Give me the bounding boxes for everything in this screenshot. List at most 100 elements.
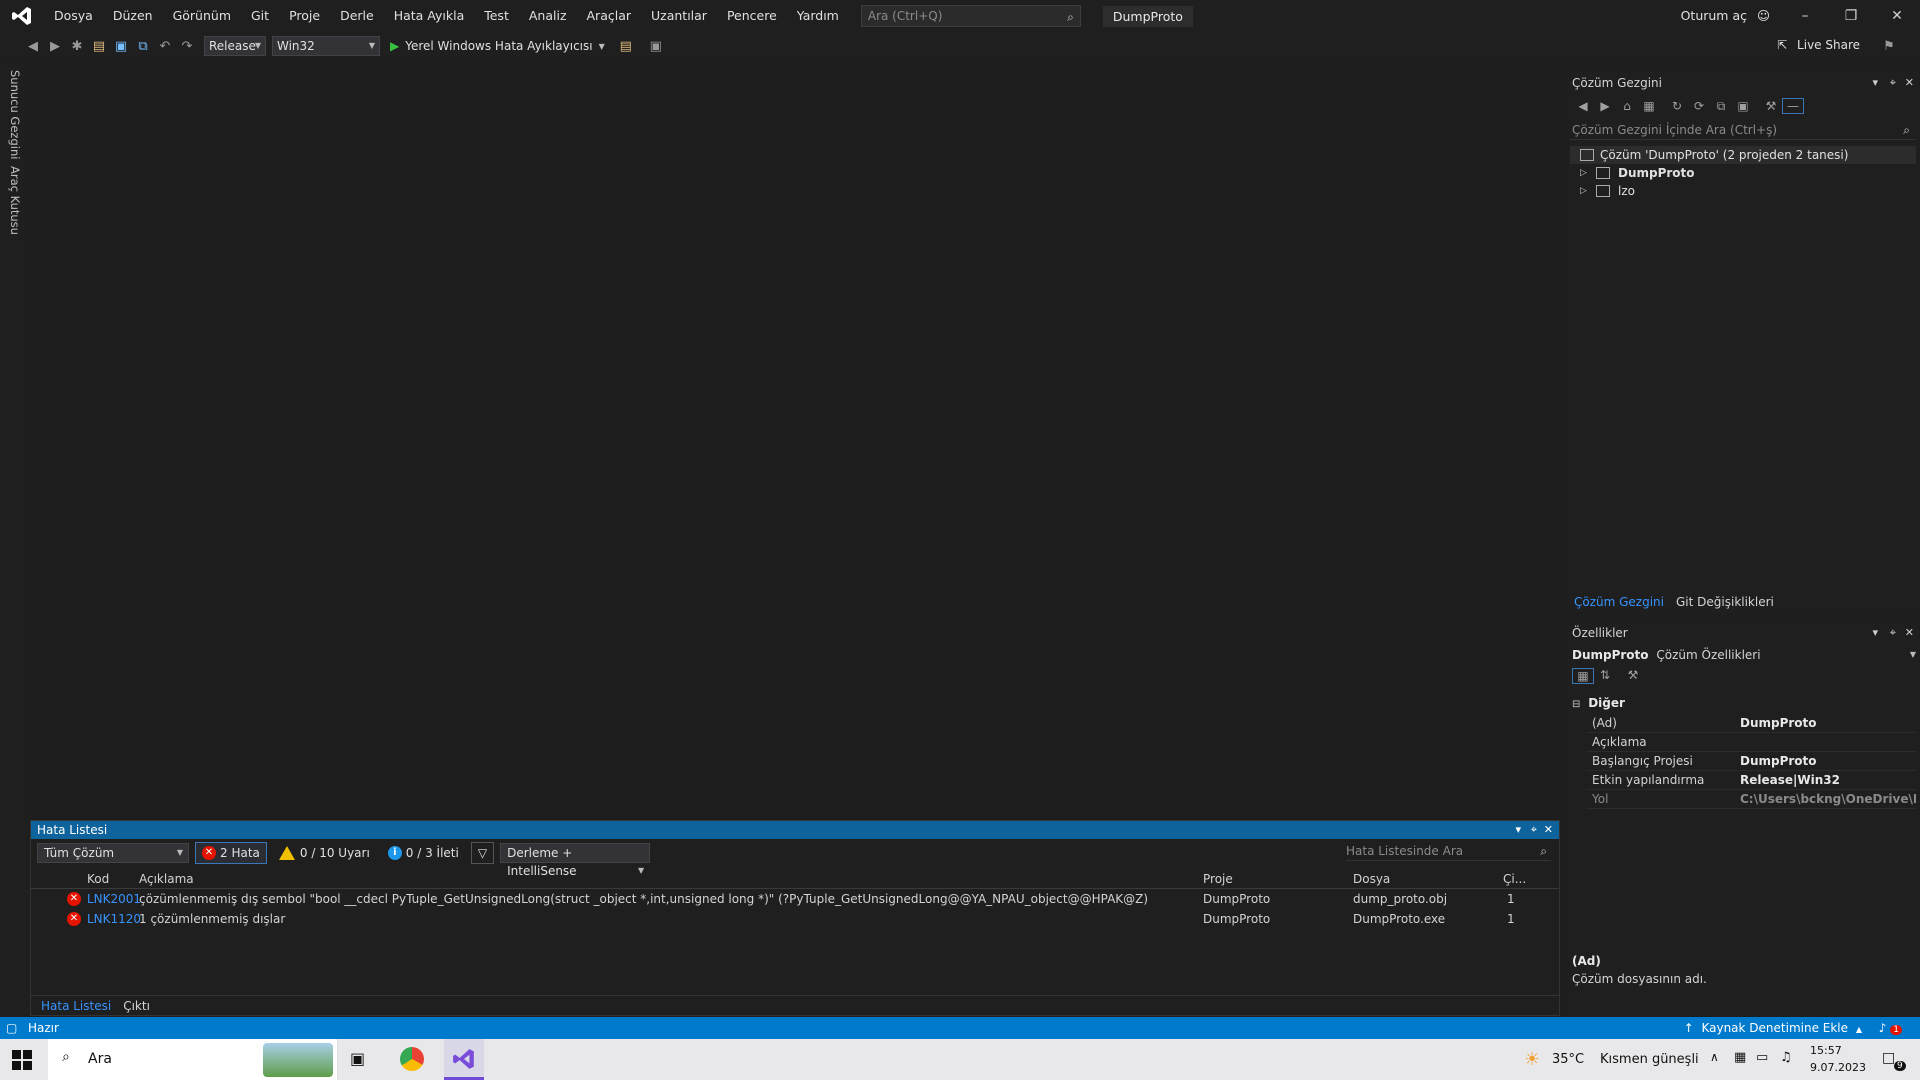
category-row[interactable]: ⊟ Diğer (1572, 694, 1625, 712)
menu-pencere[interactable]: Pencere (717, 0, 787, 32)
feedback-icon[interactable]: ⚑ (1878, 35, 1900, 57)
taskbar-search-box[interactable]: ⌕ Ara (48, 1039, 338, 1080)
tab-error-list[interactable]: Hata Listesi (35, 999, 117, 1013)
source-dropdown[interactable]: Derleme + IntelliSense ▼ (500, 843, 651, 878)
scope-dropdown[interactable]: Tüm Çözüm ▼ (37, 843, 189, 863)
show-all-files-icon[interactable]: ▣ (1732, 99, 1754, 113)
collapse-all-icon[interactable]: ⧉ (1710, 99, 1732, 114)
notifications-button[interactable]: ♪ 1 (1879, 1017, 1902, 1039)
errors-filter-button[interactable]: ✕ 2 Hata (195, 842, 267, 864)
tab-solution-explorer[interactable]: Çözüm Gezgini (1568, 595, 1670, 609)
error-list-search-input[interactable]: Hata Listesinde Ara ⌕ (1346, 841, 1551, 861)
start-debugging-button[interactable]: ▶ Yerel Windows Hata Ayıklayıcısı ▼ (390, 39, 605, 53)
switch-views-icon[interactable]: ▦ (1638, 99, 1660, 113)
menu-duzen[interactable]: Düzen (103, 0, 163, 32)
pin-icon[interactable]: ⌖ (1890, 76, 1896, 90)
search-input[interactable]: Ara (Ctrl+Q) ⌕ (860, 5, 1081, 27)
tab-toolbox[interactable]: Araç Kutusu (8, 166, 22, 235)
network-icon[interactable]: ▦ (1734, 1050, 1746, 1065)
visual-studio-logo-icon[interactable] (0, 0, 44, 32)
platform-dropdown[interactable]: Win32 ▼ (272, 36, 380, 56)
table-row[interactable]: ✕ LNK2001 çözümlenmemiş dış sembol "bool… (31, 889, 1559, 909)
close-icon[interactable]: ✕ (1544, 821, 1553, 839)
object-selector[interactable]: DumpProto Çözüm Özellikleri ▼ (1572, 646, 1916, 664)
property-value[interactable]: Release|Win32 (1740, 771, 1916, 790)
visual-studio-taskbar-icon[interactable] (444, 1039, 484, 1080)
property-row[interactable]: Açıklama (1586, 733, 1916, 752)
configuration-dropdown[interactable]: Release ▼ (204, 36, 266, 56)
chevron-up-icon[interactable]: ∧ (1710, 1050, 1719, 1064)
pending-changes-icon[interactable]: ↻ (1666, 99, 1688, 113)
tree-item-project-lzo[interactable]: ▷ lzo (1570, 182, 1916, 200)
error-code-link[interactable]: LNK1120 (87, 912, 141, 926)
clock-date[interactable]: 9.07.2023 (1810, 1061, 1866, 1074)
forward-icon[interactable]: ▶ (44, 35, 66, 57)
chrome-icon[interactable] (400, 1047, 424, 1071)
display-icon[interactable]: ▭ (1756, 1050, 1768, 1065)
properties-wrench-icon[interactable]: ⚒ (1760, 99, 1782, 113)
error-code-link[interactable]: LNK2001 (87, 892, 141, 906)
home-icon[interactable]: ⌂ (1616, 99, 1638, 113)
restore-icon[interactable]: ❐ (1828, 0, 1874, 32)
weather-temp[interactable]: 35°C (1552, 1052, 1584, 1067)
close-icon[interactable]: ✕ (1874, 0, 1920, 32)
back-icon[interactable]: ◀ (22, 35, 44, 57)
column-header-description[interactable]: Açıklama (139, 872, 194, 886)
property-value[interactable]: C:\Users\bckng\OneDrive\Masa (1740, 790, 1916, 809)
close-icon[interactable]: ✕ (1905, 626, 1914, 639)
menu-uzantilar[interactable]: Uzantılar (641, 0, 717, 32)
column-header-project[interactable]: Proje (1203, 872, 1233, 886)
filter-icon[interactable]: ▽ (470, 842, 495, 864)
tab-server-explorer[interactable]: Sunucu Gezgini (8, 70, 22, 159)
column-header-code[interactable]: Kod (87, 872, 109, 886)
new-project-icon[interactable]: ✱ (66, 35, 88, 57)
menu-yardim[interactable]: Yardım (787, 0, 849, 32)
menu-test[interactable]: Test (474, 0, 519, 32)
dropdown-icon[interactable]: ▾ (1872, 626, 1878, 639)
alphabetical-icon[interactable]: ⇅ (1594, 668, 1616, 684)
redo-icon[interactable]: ↷ (176, 35, 198, 57)
menu-derle[interactable]: Derle (330, 0, 384, 32)
task-view-icon[interactable]: ▣ (350, 1049, 365, 1068)
property-value[interactable]: DumpProto (1740, 714, 1916, 733)
forward-icon[interactable]: ▶ (1594, 99, 1616, 113)
column-header-line[interactable]: Çi... (1503, 872, 1526, 886)
expand-icon[interactable]: ▷ (1580, 164, 1587, 182)
property-row[interactable]: Yol C:\Users\bckng\OneDrive\Masa (1586, 790, 1916, 809)
property-row[interactable]: (Ad) DumpProto (1586, 714, 1916, 733)
menu-proje[interactable]: Proje (279, 0, 330, 32)
column-header-file[interactable]: Dosya (1353, 872, 1390, 886)
close-icon[interactable]: ✕ (1905, 76, 1914, 89)
weather-desc[interactable]: Kısmen güneşli (1600, 1052, 1699, 1067)
weather-icon[interactable]: ☀ (1524, 1049, 1540, 1070)
preview-icon[interactable]: — (1782, 98, 1804, 114)
menu-analiz[interactable]: Analiz (519, 0, 577, 32)
pin-icon[interactable]: ⌖ (1890, 626, 1896, 640)
dropdown-icon[interactable]: ▾ (1515, 821, 1521, 839)
menu-araclar[interactable]: Araçlar (577, 0, 642, 32)
clock-time[interactable]: 15:57 (1810, 1044, 1842, 1057)
minimize-icon[interactable]: – (1782, 0, 1828, 32)
menu-git[interactable]: Git (241, 0, 279, 32)
menu-dosya[interactable]: Dosya (44, 0, 103, 32)
tab-output[interactable]: Çıktı (117, 999, 156, 1013)
property-row[interactable]: Etkin yapılandırma Release|Win32 (1586, 771, 1916, 790)
save-all-icon[interactable]: ⧉ (132, 35, 154, 57)
undo-icon[interactable]: ↶ (154, 35, 176, 57)
screenshot-icon[interactable]: ▣ (645, 35, 667, 57)
back-icon[interactable]: ◀ (1572, 99, 1594, 113)
sign-in-button[interactable]: Oturum aç ☺ (1681, 0, 1770, 32)
tree-item-project-dumpproto[interactable]: ▷ DumpProto (1570, 164, 1916, 182)
categorized-icon[interactable]: ▦ (1572, 668, 1594, 684)
add-to-source-control-button[interactable]: ↑ Kaynak Denetimine Ekle ▲ (1684, 1017, 1862, 1041)
property-pages-icon[interactable]: ⚒ (1622, 668, 1644, 684)
property-row[interactable]: Başlangıç Projesi DumpProto (1586, 752, 1916, 771)
pin-icon[interactable]: ⌖ (1531, 821, 1537, 839)
menu-gorunum[interactable]: Görünüm (163, 0, 241, 32)
warnings-filter-button[interactable]: 0 / 10 Uyarı (273, 842, 376, 864)
collapse-icon[interactable]: ⊟ (1572, 699, 1580, 710)
tab-git-changes[interactable]: Git Değişiklikleri (1670, 595, 1780, 609)
live-share-button[interactable]: ⇱ Live Share (1777, 38, 1860, 52)
open-folder-icon[interactable]: ▤ (88, 35, 110, 57)
windows-start-icon[interactable] (12, 1050, 32, 1070)
